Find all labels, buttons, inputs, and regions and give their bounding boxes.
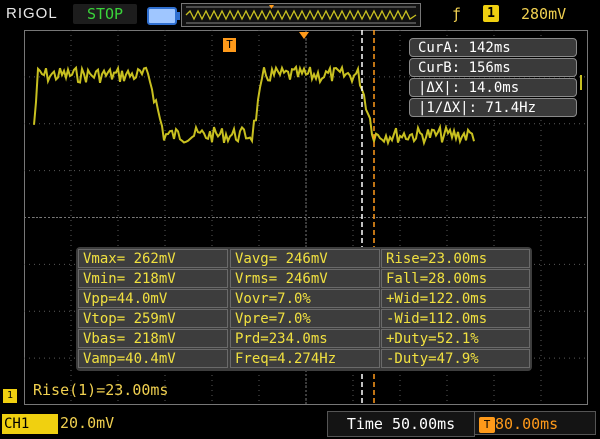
cursor-b-readout: CurB: 156ms bbox=[409, 58, 577, 77]
measurement-cell: Rise=23.00ms bbox=[381, 249, 530, 268]
channel-ground-marker[interactable]: 1 bbox=[3, 389, 17, 403]
channel-1-trace bbox=[33, 64, 475, 147]
measurement-cell: Vtop= 259mV bbox=[78, 309, 228, 328]
trigger-time-pointer bbox=[299, 32, 309, 39]
rise-time-readout: Rise(1)=23.00ms bbox=[33, 381, 169, 399]
measurement-cell: +Duty=52.1% bbox=[381, 329, 530, 348]
trigger-offset-readout[interactable]: T 80.00ms bbox=[474, 411, 596, 435]
measurement-cell: Prd=234.0ms bbox=[230, 329, 380, 348]
usb-storage-icon bbox=[147, 7, 180, 25]
channel-1-badge[interactable]: CH1 bbox=[2, 414, 58, 434]
rising-edge-icon: ƒ bbox=[452, 5, 462, 23]
timebase-readout[interactable]: Time 50.00ms bbox=[327, 411, 475, 437]
measurement-cell: Vpp=44.0mV bbox=[78, 289, 228, 308]
memory-overview-wave bbox=[185, 5, 417, 24]
measurement-cell: Vpre=7.0% bbox=[230, 309, 380, 328]
measurement-cell: Vrms= 246mV bbox=[230, 269, 380, 288]
measurement-cell: Fall=28.00ms bbox=[381, 269, 530, 288]
measurement-cell: Vbas= 218mV bbox=[78, 329, 228, 348]
measurement-cell: Vovr=7.0% bbox=[230, 289, 380, 308]
cursor-delta-readout: |ΔX|: 14.0ms bbox=[409, 78, 577, 97]
measurement-cell: Freq=4.274Hz bbox=[230, 349, 380, 368]
trigger-level-value: 280mV bbox=[521, 5, 567, 23]
cursor-a-readout: CurA: 142ms bbox=[409, 38, 577, 57]
memory-depth-strip bbox=[181, 3, 421, 27]
measurement-cell: -Wid=112.0ms bbox=[381, 309, 530, 328]
measurement-cell: Vamp=40.4mV bbox=[78, 349, 228, 368]
measurement-cell: Vmax= 262mV bbox=[78, 249, 228, 268]
run-stop-button[interactable]: STOP bbox=[73, 4, 137, 24]
measurement-cell: Vmin= 218mV bbox=[78, 269, 228, 288]
trigger-panel[interactable] bbox=[440, 3, 595, 25]
channel-1-scale: 20.0mV bbox=[60, 414, 115, 432]
trigger-offset-value: 80.00ms bbox=[495, 415, 559, 433]
trigger-offset-icon: T bbox=[479, 416, 495, 433]
measurement-cell: Vavg= 246mV bbox=[230, 249, 380, 268]
trigger-source-badge[interactable]: 1 bbox=[483, 5, 499, 22]
measurement-cell: +Wid=122.0ms bbox=[381, 289, 530, 308]
trigger-position-marker[interactable]: T bbox=[223, 38, 236, 52]
cursor-inverse-delta-readout: |1/ΔX|: 71.4Hz bbox=[409, 98, 577, 117]
measurement-cell: -Duty=47.9% bbox=[381, 349, 530, 368]
brand-logo: RIGOL bbox=[6, 5, 58, 22]
